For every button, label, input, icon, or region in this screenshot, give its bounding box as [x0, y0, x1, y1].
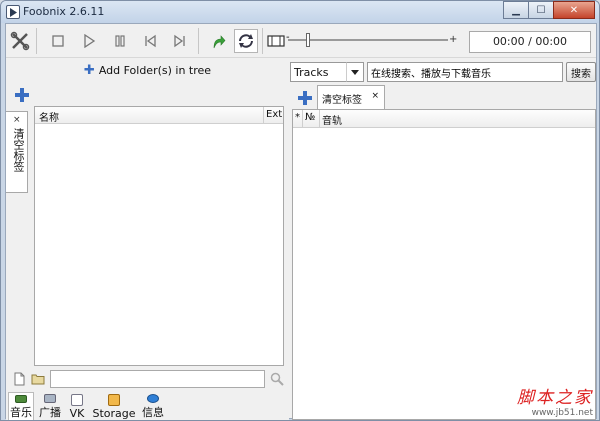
- left-panel: ✚ Add Folder(s) in tree × 清空标签 名称 Ext 音乐…: [6, 59, 289, 420]
- playlist-tab-label: 清空标签: [322, 95, 362, 106]
- tab-info-label: 信息: [142, 406, 164, 419]
- tools-icon: [10, 31, 30, 51]
- time-display: 00:00 / 00:00: [469, 31, 591, 53]
- maximize-button[interactable]: ☐: [528, 1, 554, 19]
- add-playlist-tab-button[interactable]: [295, 88, 315, 108]
- preferences-button[interactable]: [8, 29, 32, 53]
- seek-slider-track[interactable]: [288, 39, 448, 41]
- watermark: 脚本之家 www.jb51.net: [517, 383, 593, 418]
- client-area: - + 00:00 / 00:00 ✚ Add Folder(s) in tre…: [5, 23, 597, 420]
- previous-icon: [145, 34, 156, 48]
- music-tree[interactable]: 名称 Ext: [34, 106, 284, 366]
- app-window: Foobnix 2.6.11 ▁ ☐ ✕ - + 00:00 / 00:00 ✚…: [0, 0, 600, 421]
- tab-storage-label: Storage: [92, 407, 136, 420]
- seek-plus: +: [449, 34, 458, 45]
- filter-bar: [6, 369, 289, 389]
- close-button[interactable]: ✕: [553, 1, 595, 19]
- tab-close-icon[interactable]: ×: [371, 91, 379, 101]
- search-icon[interactable]: [270, 372, 284, 386]
- track-list[interactable]: * № 音轨: [292, 109, 596, 420]
- right-panel: Tracks 搜索 清空标签 × * № 音轨: [290, 59, 596, 420]
- toolbar-separator: [36, 28, 37, 54]
- track-list-header: * № 音轨: [293, 110, 595, 128]
- toolbar-separator: [198, 28, 199, 54]
- column-ext[interactable]: Ext: [263, 107, 283, 123]
- plus-icon: ✚: [83, 62, 95, 78]
- tab-vk-label: VK: [69, 407, 85, 420]
- tab-radio[interactable]: 广播: [37, 392, 63, 420]
- seek-slider-thumb[interactable]: [306, 33, 310, 47]
- next-button[interactable]: [168, 29, 192, 53]
- volume-toggle[interactable]: [264, 29, 288, 53]
- chevron-down-icon: [351, 69, 359, 75]
- playlist-tab[interactable]: 清空标签 ×: [317, 85, 385, 109]
- toolbar: - + 00:00 / 00:00: [6, 24, 596, 58]
- radio-icon: [44, 394, 56, 403]
- stop-button[interactable]: [46, 29, 70, 53]
- tree-header: 名称 Ext: [35, 107, 283, 124]
- plus-icon: [298, 91, 312, 105]
- tab-music-label: 音乐: [10, 406, 32, 419]
- tab-radio-label: 广播: [39, 406, 61, 419]
- pause-icon: [115, 35, 125, 47]
- plus-icon: [15, 88, 29, 102]
- toolbar-separator: [262, 28, 263, 54]
- dropdown-arrow[interactable]: [346, 62, 364, 82]
- green-arrow-icon: [213, 35, 226, 49]
- storage-icon: [108, 394, 120, 406]
- tab-storage[interactable]: Storage: [92, 392, 136, 420]
- add-folder-label: Add Folder(s) in tree: [98, 63, 212, 77]
- play-icon: [84, 34, 96, 48]
- previous-button[interactable]: [138, 29, 162, 53]
- seek-minus: -: [286, 32, 290, 43]
- tab-music[interactable]: 音乐: [8, 392, 34, 420]
- nav-tabs: 音乐 广播 VK Storage 信息: [6, 392, 289, 420]
- next-icon: [174, 34, 185, 48]
- vertical-tab[interactable]: × 清空标签: [6, 111, 28, 193]
- vertical-tab-label: 清空标签: [12, 128, 25, 172]
- folder-icon[interactable]: [31, 372, 45, 386]
- new-file-icon[interactable]: [12, 372, 26, 386]
- add-folder-button[interactable]: ✚ Add Folder(s) in tree: [6, 61, 289, 79]
- window-title: Foobnix 2.6.11: [23, 5, 105, 18]
- pause-button[interactable]: [108, 29, 132, 53]
- tab-close-icon[interactable]: ×: [13, 115, 21, 125]
- window-controls: ▁ ☐ ✕: [503, 1, 595, 19]
- column-name[interactable]: 名称: [39, 109, 59, 124]
- info-icon: [147, 394, 159, 403]
- music-icon: [15, 395, 27, 403]
- tab-info[interactable]: 信息: [140, 392, 166, 420]
- minimize-button[interactable]: ▁: [503, 1, 529, 19]
- column-star[interactable]: *: [293, 110, 303, 127]
- play-button[interactable]: [77, 29, 101, 53]
- column-number[interactable]: №: [303, 110, 320, 127]
- stop-icon: [52, 35, 64, 47]
- film-icon: [267, 35, 285, 47]
- repeat-button[interactable]: [206, 29, 230, 53]
- app-icon: [6, 5, 20, 19]
- title-bar[interactable]: Foobnix 2.6.11 ▁ ☐ ✕: [1, 1, 599, 23]
- watermark-main: 脚本之家: [517, 388, 593, 408]
- filter-input[interactable]: [50, 370, 265, 388]
- refresh-icon: [239, 34, 253, 48]
- tab-vk[interactable]: VK: [66, 392, 88, 420]
- online-search-input[interactable]: [367, 62, 563, 82]
- vk-icon: [71, 394, 83, 406]
- watermark-url: www.jb51.net: [531, 408, 593, 418]
- search-button[interactable]: 搜索: [566, 62, 596, 82]
- shuffle-button[interactable]: [234, 29, 258, 53]
- column-track[interactable]: 音轨: [320, 110, 595, 127]
- add-tab-button[interactable]: [11, 84, 33, 106]
